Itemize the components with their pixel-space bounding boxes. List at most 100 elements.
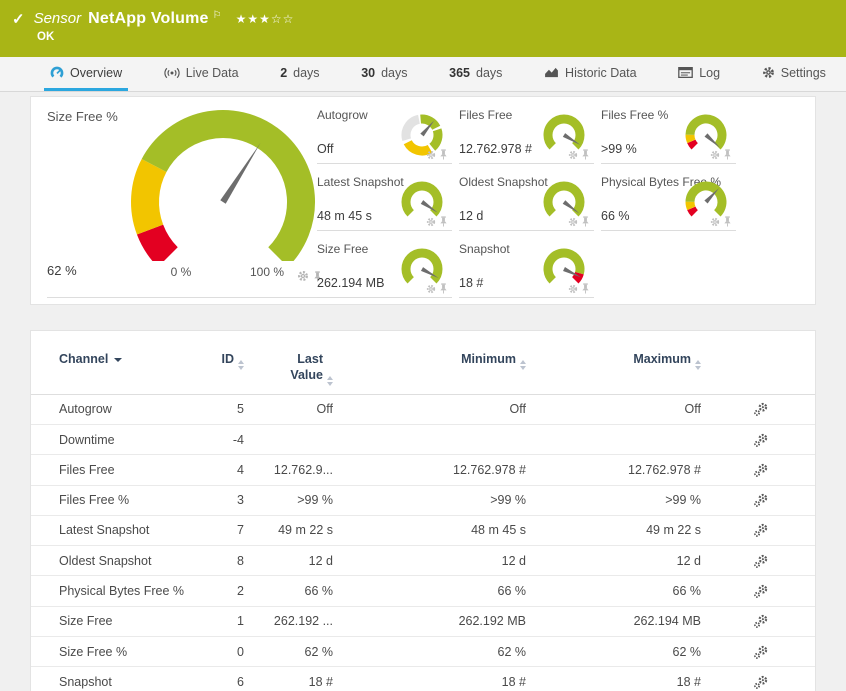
- gauge-tile-latest-snapshot[interactable]: Latest Snapshot 48 m 45 s: [317, 172, 452, 231]
- gauge-tile-label: Autogrow: [317, 108, 368, 122]
- status-badge: OK: [37, 31, 55, 43]
- channel-table-panel: Channel ID Last Value Minimum Maximum Autogr…: [30, 330, 816, 691]
- channel-settings-icon[interactable]: [753, 554, 769, 569]
- main-gauge-label: Size Free %: [47, 109, 118, 124]
- main-gauge-chart[interactable]: [113, 109, 333, 261]
- sensor-title: NetApp Volume: [88, 10, 209, 27]
- channel-last-value: 18 #: [308, 674, 333, 689]
- gauge-tile-files-free[interactable]: Files Free 12.762.978 #: [459, 105, 594, 164]
- tab-365-days[interactable]: 365 days: [443, 57, 508, 91]
- channel-settings-icon[interactable]: [753, 493, 769, 508]
- table-row: Oldest Snapshot 8 12 d 12 d 12 d: [31, 546, 815, 577]
- tab-30-days[interactable]: 30 days: [355, 57, 413, 91]
- channel-settings-icon[interactable]: [753, 675, 769, 690]
- channel-settings-icon[interactable]: [753, 433, 769, 448]
- channel-id: 1: [237, 614, 244, 629]
- channel-name: Size Free: [59, 614, 113, 629]
- channel-settings-icon[interactable]: [753, 523, 769, 538]
- gauge-tile-autogrow[interactable]: Autogrow Off: [317, 105, 452, 164]
- tab-bar: Overview Live Data 2 days 30 days 365 da…: [0, 57, 846, 92]
- gauge-tile-label: Latest Snapshot: [317, 175, 404, 189]
- tab-log[interactable]: Log: [672, 57, 726, 91]
- sort-arrows-icon: [695, 360, 701, 370]
- gauge-settings-icon[interactable]: [710, 150, 720, 160]
- table-row: Snapshot 6 18 # 18 # 18 #: [31, 667, 815, 691]
- tab-settings[interactable]: Settings: [756, 57, 832, 91]
- column-header-channel[interactable]: Channel: [59, 352, 214, 366]
- channel-minimum: 66 %: [497, 584, 527, 599]
- gauge-settings-icon[interactable]: [568, 284, 578, 294]
- channel-settings-icon[interactable]: [753, 463, 769, 478]
- gauge-settings-icon[interactable]: [710, 217, 720, 227]
- table-row: Downtime -4: [31, 425, 815, 456]
- channel-minimum: 12 d: [501, 553, 526, 568]
- channel-name: Files Free: [59, 462, 115, 477]
- table-row: Size Free 1 262.192 ... 262.192 MB 262.1…: [31, 607, 815, 637]
- flag-icon[interactable]: ⚐: [213, 10, 222, 21]
- channel-name: Latest Snapshot: [59, 523, 150, 538]
- channel-name: Files Free %: [59, 493, 130, 508]
- historic-data-icon: [544, 67, 559, 78]
- channel-maximum: 18 #: [676, 674, 701, 689]
- channel-id: 2: [237, 584, 244, 599]
- channel-settings-icon[interactable]: [753, 614, 769, 629]
- gauge-tile-label: Snapshot: [459, 242, 510, 256]
- gauge-pin-icon[interactable]: [439, 283, 448, 294]
- gauge-tile-size-free[interactable]: Size Free 262.194 MB: [317, 239, 452, 298]
- gauge-pin-icon[interactable]: [439, 216, 448, 227]
- log-icon: [678, 67, 694, 78]
- table-row: Files Free % 3 >99 % >99 % >99 %: [31, 486, 815, 516]
- object-kind-label: Sensor: [33, 10, 82, 27]
- column-header-maximum[interactable]: Maximum: [526, 352, 701, 370]
- tab-live-data[interactable]: Live Data: [158, 57, 245, 91]
- gauge-settings-icon[interactable]: [426, 284, 436, 294]
- status-check-icon: ✓: [12, 11, 25, 28]
- channel-name: Snapshot: [59, 674, 112, 689]
- column-header-id[interactable]: ID: [214, 352, 244, 370]
- table-row: Size Free % 0 62 % 62 % 62 %: [31, 637, 815, 668]
- channel-id: 3: [237, 493, 244, 508]
- column-header-last-value[interactable]: Last Value: [244, 352, 333, 386]
- gauge-settings-icon[interactable]: [297, 270, 309, 282]
- gauge-pin-icon[interactable]: [581, 283, 590, 294]
- tab-overview[interactable]: Overview: [44, 57, 129, 91]
- channel-settings-icon[interactable]: [753, 584, 769, 599]
- table-row: Latest Snapshot 7 49 m 22 s 48 m 45 s 49…: [31, 516, 815, 547]
- gauge-pin-icon[interactable]: [723, 216, 732, 227]
- channel-name: Size Free %: [59, 644, 128, 659]
- gauge-tile-value: 66 %: [601, 209, 630, 223]
- gauge-tile-physical-bytes-free-[interactable]: Physical Bytes Free % 66 %: [601, 172, 736, 231]
- channel-last-value: 49 m 22 s: [278, 523, 333, 538]
- divider: [47, 297, 319, 298]
- channel-id: 4: [237, 462, 244, 477]
- column-header-minimum[interactable]: Minimum: [333, 352, 526, 370]
- channel-settings-icon[interactable]: [753, 645, 769, 660]
- gauge-pin-icon[interactable]: [723, 149, 732, 160]
- gauge-pin-icon[interactable]: [581, 149, 590, 160]
- channel-id: 6: [237, 674, 244, 689]
- channel-minimum: >99 %: [490, 493, 526, 508]
- gauge-settings-icon[interactable]: [568, 150, 578, 160]
- channel-settings-icon[interactable]: [753, 402, 769, 417]
- gauge-settings-icon[interactable]: [426, 150, 436, 160]
- channel-maximum: 12.762.978 #: [628, 462, 701, 477]
- gauge-pin-icon[interactable]: [581, 216, 590, 227]
- channel-maximum: >99 %: [665, 493, 701, 508]
- gauge-settings-icon[interactable]: [426, 217, 436, 227]
- gauge-tile-oldest-snapshot[interactable]: Oldest Snapshot 12 d: [459, 172, 594, 231]
- channel-name: Autogrow: [59, 402, 112, 417]
- sort-caret-icon: [114, 358, 123, 362]
- channel-name: Oldest Snapshot: [59, 553, 152, 568]
- channel-last-value: 262.192 ...: [273, 614, 333, 629]
- gauge-tile-label: Files Free %: [601, 108, 669, 122]
- channel-minimum: 12.762.978 #: [453, 462, 526, 477]
- tab-2-days[interactable]: 2 days: [274, 57, 325, 91]
- tab-historic-data[interactable]: Historic Data: [538, 57, 643, 91]
- settings-icon: [762, 66, 775, 79]
- gauge-settings-icon[interactable]: [568, 217, 578, 227]
- gauge-pin-icon[interactable]: [439, 149, 448, 160]
- priority-stars[interactable]: ★★★☆☆: [236, 12, 295, 26]
- gauge-tile-snapshot[interactable]: Snapshot 18 #: [459, 239, 594, 298]
- gauge-tile-files-free-[interactable]: Files Free % >99 %: [601, 105, 736, 164]
- main-gauge-min-label: 0 %: [170, 265, 192, 279]
